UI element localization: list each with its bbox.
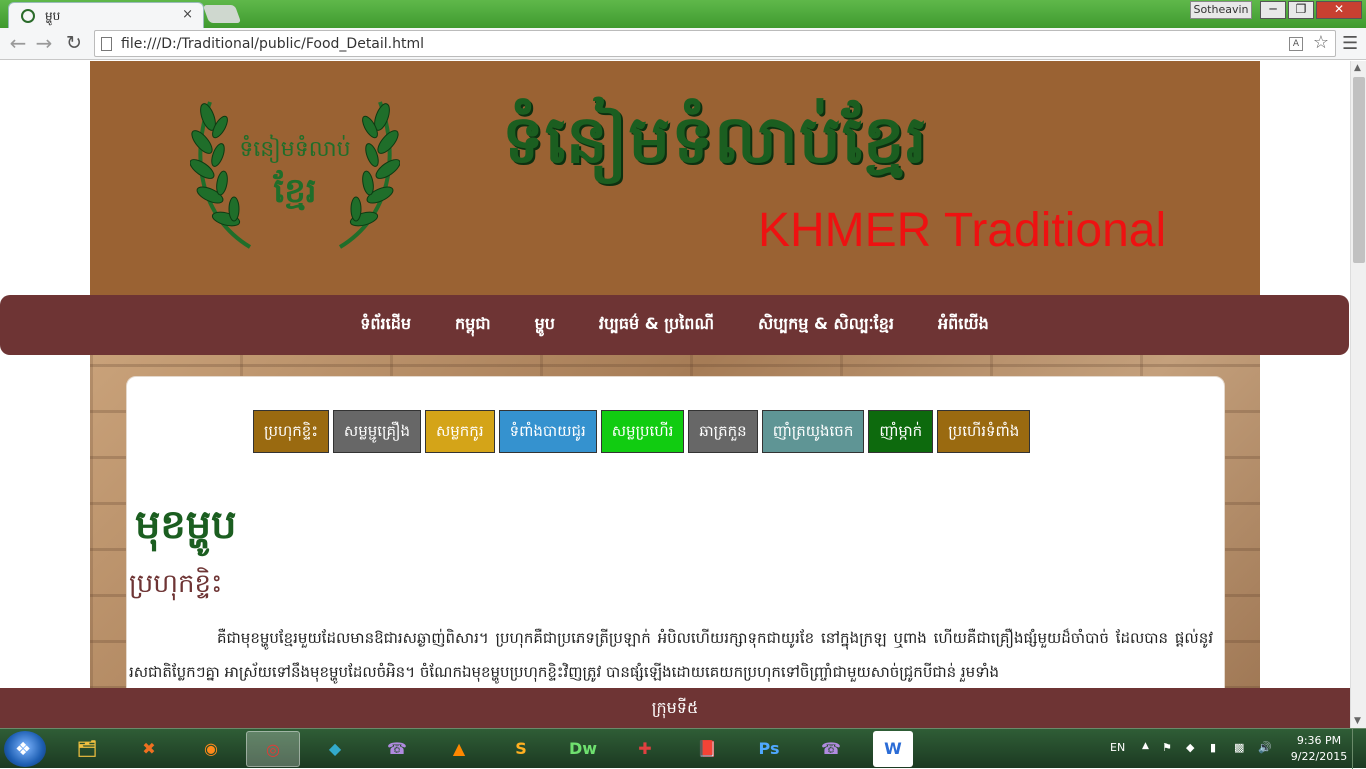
url-text[interactable]: file:///D:/Traditional/public/Food_Detai… bbox=[121, 36, 424, 52]
site-title-khmer: ទំនៀមទំលាប់ខ្មែរ bbox=[502, 100, 928, 178]
page-viewport: ទំនៀមទំលាប់ ខ្មែរ ទំនៀមទំលាប់ខ្មែរ KHMER… bbox=[0, 61, 1350, 728]
content-panel: ប្រហុកខ្ទិះ សម្លម្ជូគ្រឿង សម្លកកូរ ទំពាំ… bbox=[126, 376, 1225, 728]
nav-item-about[interactable]: អំពីយើង bbox=[916, 313, 1011, 337]
logo-text-bottom: ខ្មែរ bbox=[273, 171, 317, 211]
category-button[interactable]: ប្រហុកខ្ទិះ bbox=[253, 410, 329, 453]
translate-icon[interactable]: A bbox=[1289, 37, 1303, 51]
sublime-icon[interactable]: S bbox=[494, 731, 548, 767]
scroll-down-icon[interactable]: ▼ bbox=[1354, 716, 1361, 726]
close-window-button[interactable]: ✕ bbox=[1316, 1, 1362, 19]
folder-icon[interactable]: 🗂 bbox=[60, 731, 114, 767]
nav-item-home[interactable]: ទំព័រដើម bbox=[338, 313, 433, 337]
page-scrollbar[interactable]: ▲ ▼ bbox=[1350, 61, 1366, 728]
tray-expand-icon[interactable]: ▲ bbox=[1142, 741, 1149, 751]
food-subtitle: ប្រហុកខ្ទិះ bbox=[129, 569, 223, 599]
tab-close-icon[interactable]: × bbox=[182, 7, 193, 22]
viber-icon[interactable]: ☎ bbox=[370, 731, 424, 767]
xampp-icon[interactable]: ✖ bbox=[122, 731, 176, 767]
nav-item-food[interactable]: ម្ហូប bbox=[513, 313, 577, 337]
show-desktop-button[interactable] bbox=[1352, 729, 1366, 769]
category-button[interactable]: ប្រហើរទំពាំង bbox=[937, 410, 1031, 453]
category-button[interactable]: សម្លកកូរ bbox=[424, 410, 495, 453]
clock-date[interactable]: 9/22/2015 bbox=[1288, 750, 1350, 763]
tools-icon[interactable]: ✚ bbox=[618, 731, 672, 767]
star-icon[interactable]: ☆ bbox=[1313, 32, 1329, 53]
viber-icon[interactable]: ☎ bbox=[804, 731, 858, 767]
main-nav: ទំព័រដើម កម្ពុជា ម្ហូប វប្បធម៌ & ប្រពៃណី… bbox=[0, 295, 1349, 355]
reload-icon[interactable]: ↻ bbox=[62, 32, 86, 56]
site-header: ទំនៀមទំលាប់ ខ្មែរ ទំនៀមទំលាប់ខ្មែរ KHMER… bbox=[90, 61, 1260, 297]
language-indicator[interactable]: EN bbox=[1110, 741, 1125, 754]
photoshop-icon[interactable]: Ps bbox=[742, 731, 796, 767]
new-tab-button[interactable] bbox=[202, 5, 242, 23]
maximize-button[interactable]: ❐ bbox=[1288, 1, 1314, 19]
site-footer: ក្រុមទី៥ bbox=[0, 688, 1350, 728]
word-icon[interactable]: W bbox=[873, 731, 913, 767]
site-title-english: KHMER Traditional bbox=[758, 204, 1167, 257]
category-button[interactable]: ឆាត្រកួន bbox=[688, 410, 758, 453]
address-bar[interactable]: file:///D:/Traditional/public/Food_Detai… bbox=[94, 30, 1336, 57]
minimize-button[interactable]: ─ bbox=[1260, 1, 1286, 19]
arrow-left-icon[interactable]: ← bbox=[6, 32, 30, 56]
category-button[interactable]: ញាំត្រយូងចេក bbox=[761, 410, 865, 453]
arrow-right-icon[interactable]: → bbox=[32, 32, 56, 56]
category-buttons: ប្រហុកខ្ទិះ សម្លម្ជូគ្រឿង សម្លកកូរ ទំពាំ… bbox=[253, 410, 1031, 453]
favicon-icon bbox=[21, 9, 35, 23]
dreamweaver-icon[interactable]: Dw bbox=[556, 731, 610, 767]
chrome-icon[interactable]: ◎ bbox=[246, 731, 300, 767]
scroll-up-icon[interactable]: ▲ bbox=[1354, 63, 1361, 73]
bluestacks-icon[interactable]: ◆ bbox=[308, 731, 362, 767]
profile-button[interactable]: Sotheavin bbox=[1190, 1, 1252, 19]
action-center-icon[interactable]: ⚑ bbox=[1162, 741, 1174, 754]
firefox-icon[interactable]: ◉ bbox=[184, 731, 238, 767]
nav-item-cambodia[interactable]: កម្ពុជា bbox=[433, 313, 513, 337]
dropbox-icon[interactable]: ◆ bbox=[1186, 741, 1198, 754]
page-icon bbox=[101, 37, 112, 51]
hamburger-icon[interactable]: ☰ bbox=[1342, 33, 1358, 54]
category-button[interactable]: ទំពាំងបាយជូរ bbox=[498, 410, 597, 453]
windows-taskbar: ❖ 🗂 ✖ ◉ ◎ ◆ ☎ ▲ S Dw ✚ 📕 Ps ☎ W EN ▲ ⚑ ◆… bbox=[0, 728, 1366, 769]
volume-icon[interactable]: 🔊 bbox=[1258, 741, 1272, 754]
category-button[interactable]: សម្លម្ជូគ្រឿង bbox=[332, 410, 421, 453]
windows-logo-icon: ❖ bbox=[15, 739, 32, 760]
food-description: គឺជាមុខម្ហូបខ្មែរមួយដែលមានឱជារសឆ្ងាញ់ពិស… bbox=[129, 629, 1213, 681]
category-button[interactable]: សម្លប្រហើរ bbox=[600, 410, 685, 453]
clock-time[interactable]: 9:36 PM bbox=[1288, 734, 1350, 747]
nav-item-culture[interactable]: វប្បធម៌ & ប្រពៃណី bbox=[577, 313, 736, 337]
logo-text-top: ទំនៀមទំលាប់ bbox=[239, 137, 351, 162]
food-title: មុខម្ហូប bbox=[135, 501, 237, 548]
browser-titlebar: ម្ហូប × Sotheavin ─ ❐ ✕ bbox=[0, 0, 1366, 28]
start-button[interactable]: ❖ bbox=[4, 731, 46, 767]
browser-toolbar: ← → ↻ file:///D:/Traditional/public/Food… bbox=[0, 28, 1366, 60]
vlc-icon[interactable]: ▲ bbox=[432, 731, 486, 767]
book-icon[interactable]: 📕 bbox=[680, 731, 734, 767]
signal-icon[interactable]: ▩ bbox=[1234, 741, 1246, 754]
system-tray: EN ▲ ⚑ ◆ ▮ ▩ 🔊 9:36 PM 9/22/2015 bbox=[1104, 729, 1366, 769]
category-button[interactable]: ញាំម្កាក់ bbox=[868, 410, 934, 453]
nav-item-crafts[interactable]: សិប្បកម្ម & សិល្បៈខ្មែរ bbox=[736, 313, 916, 337]
browser-tab-active[interactable]: ម្ហូប × bbox=[8, 2, 204, 28]
battery-icon[interactable]: ▮ bbox=[1210, 741, 1222, 754]
scrollbar-thumb[interactable] bbox=[1353, 77, 1365, 263]
tab-title: ម្ហូប bbox=[45, 9, 61, 23]
